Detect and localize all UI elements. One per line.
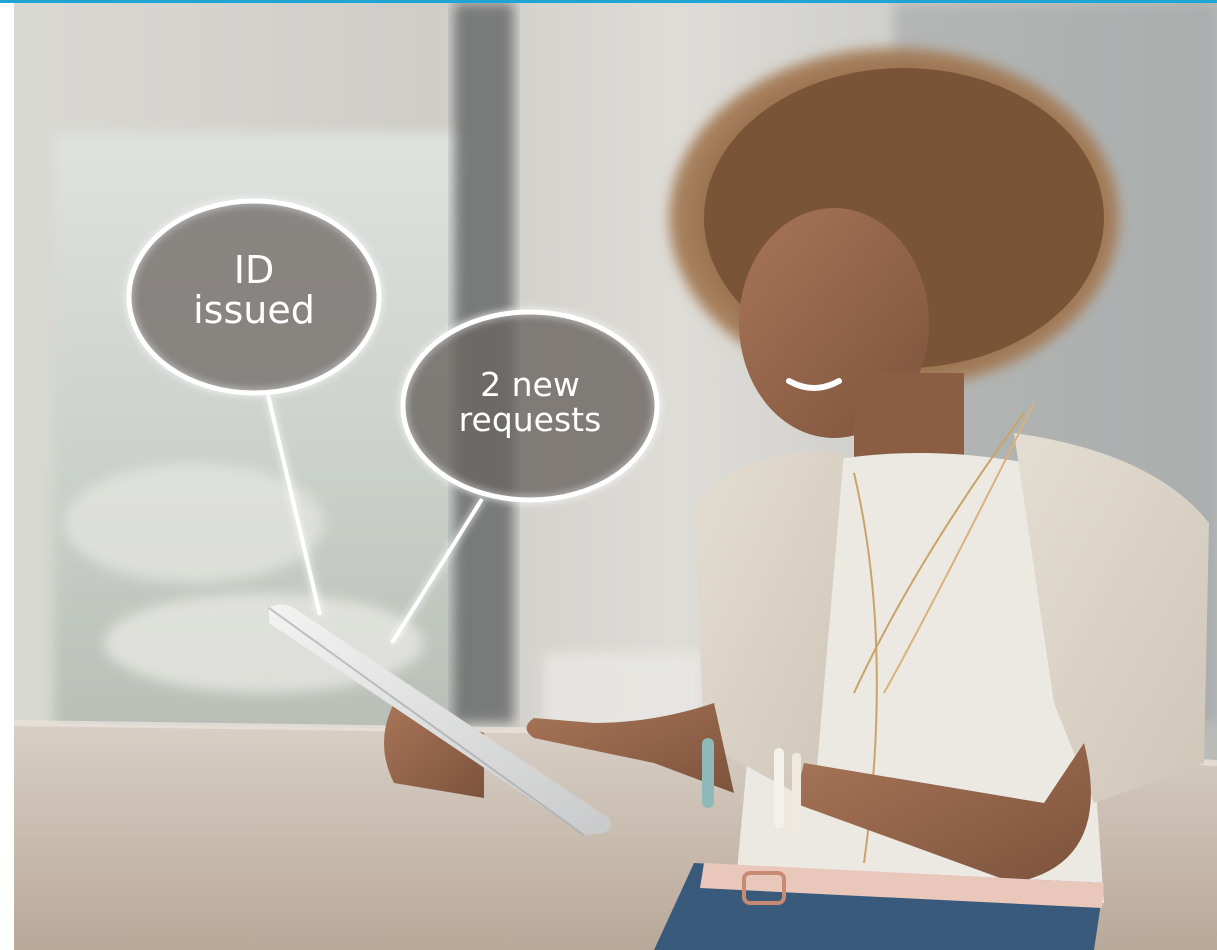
callout-new-requests: 2 new requests	[400, 309, 660, 503]
office-photo: ID issued 2 new requests	[14, 3, 1217, 950]
callout-id-issued-line2: issued	[193, 288, 315, 332]
hero-image-frame: ID issued 2 new requests	[0, 0, 1217, 950]
left-margin-strip	[0, 3, 14, 950]
callout-new-requests-line2: requests	[459, 400, 602, 439]
callout-new-requests-line1: 2 new	[480, 365, 580, 404]
callout-id-issued-line1: ID	[234, 248, 274, 292]
callout-id-issued: ID issued	[126, 198, 382, 396]
top-accent-bar	[0, 0, 1217, 3]
